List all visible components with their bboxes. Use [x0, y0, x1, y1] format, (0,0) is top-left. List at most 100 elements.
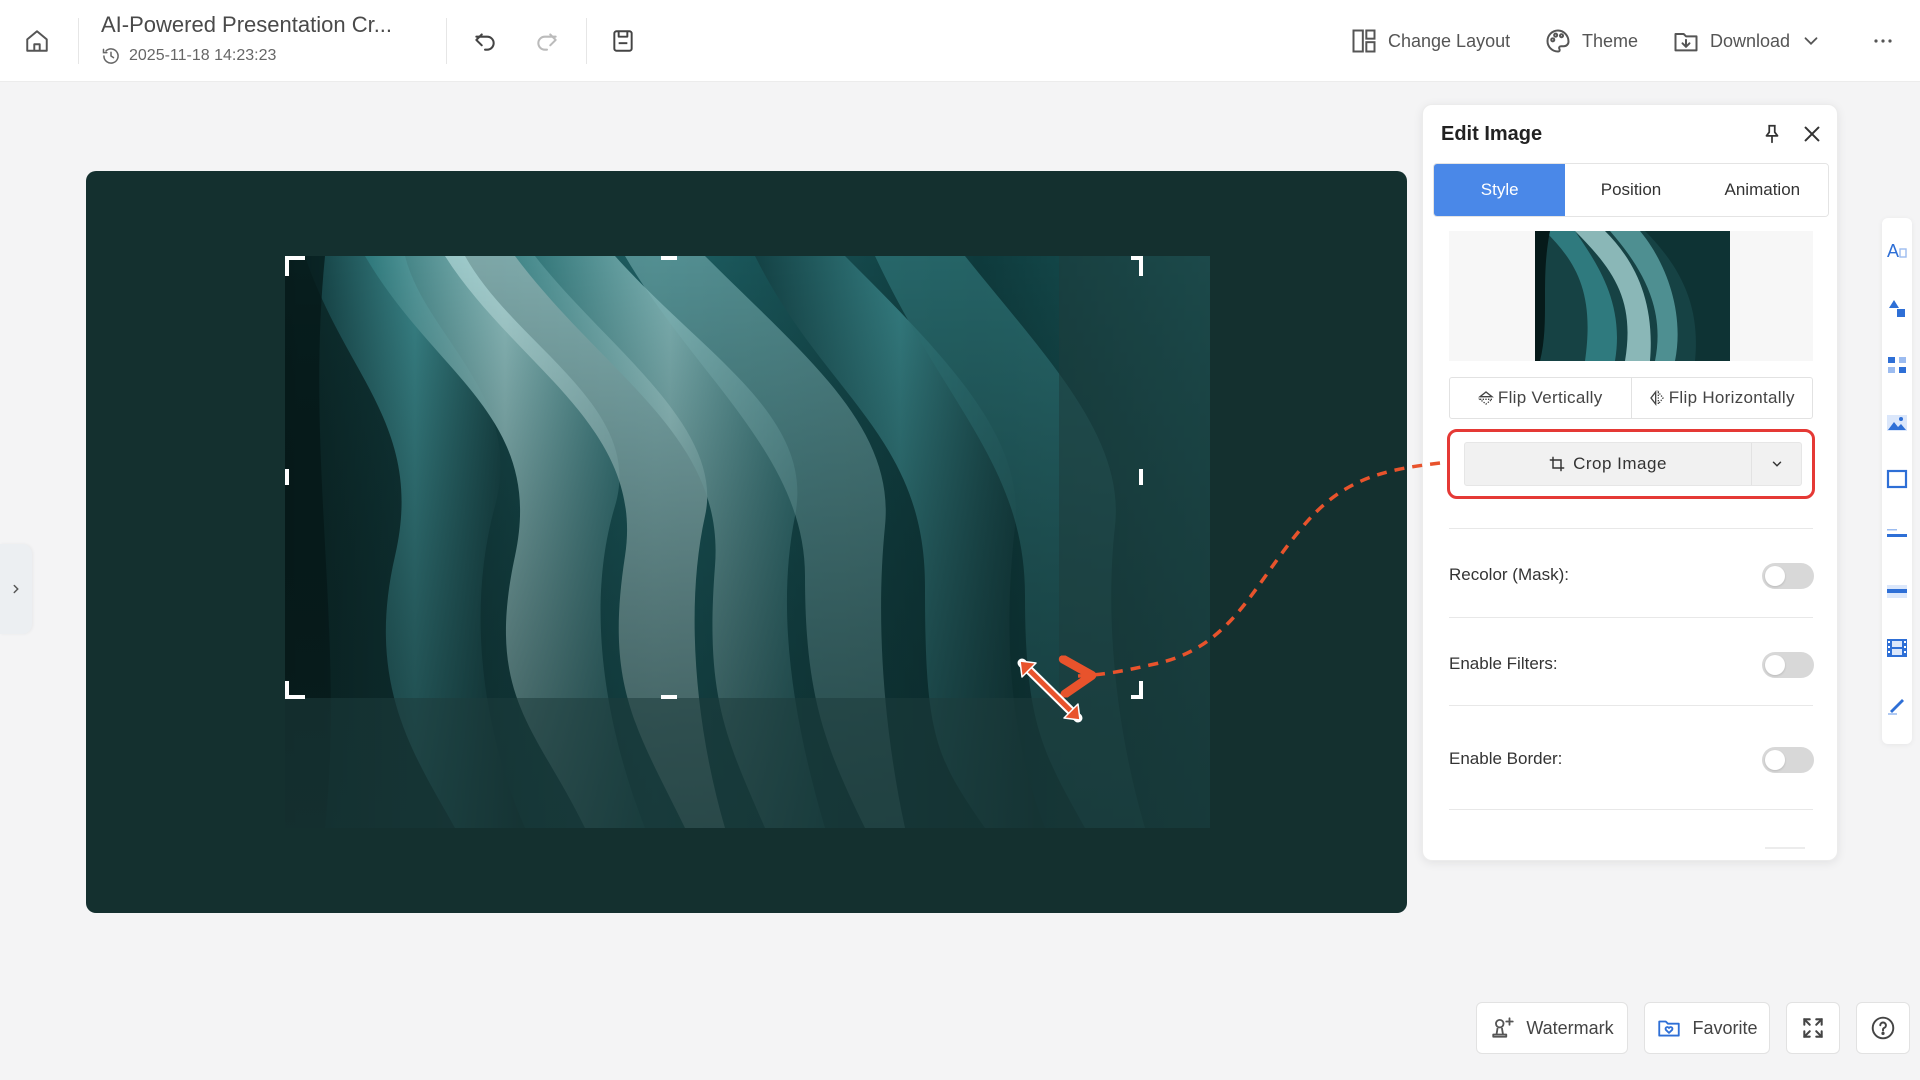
- video-icon: [1887, 639, 1907, 657]
- slide-canvas[interactable]: [86, 171, 1407, 913]
- shapes-icon: [1889, 300, 1905, 317]
- document-title[interactable]: AI-Powered Presentation Cr...: [101, 12, 392, 38]
- tab-style[interactable]: Style: [1434, 164, 1566, 216]
- more-icon: [1874, 39, 1892, 43]
- pin-panel-button[interactable]: [1757, 119, 1787, 149]
- recolor-toggle[interactable]: [1762, 563, 1814, 589]
- chevron-down-icon[interactable]: [1800, 30, 1822, 52]
- panel-tabs: Style Position Animation: [1433, 163, 1829, 217]
- change-layout-button[interactable]: Change Layout: [1350, 24, 1510, 58]
- draw-icon: [1888, 699, 1904, 715]
- filters-label: Enable Filters:: [1449, 654, 1558, 673]
- edit-image-panel: Edit Image Style Position Animation Flip…: [1422, 104, 1838, 861]
- textbox-icon: [1887, 585, 1907, 598]
- video-tool[interactable]: [1882, 633, 1912, 663]
- favorite-button[interactable]: Favorite: [1644, 1002, 1770, 1054]
- image-tool[interactable]: [1882, 408, 1912, 438]
- abstract-wave-thumbnail: [1535, 231, 1730, 361]
- scroll-indicator: [1765, 847, 1805, 849]
- more-options-button[interactable]: [1866, 24, 1900, 58]
- flip-horizontal-icon: [1649, 390, 1664, 406]
- theme-button[interactable]: Theme: [1544, 24, 1638, 58]
- flip-horizontally-label: Flip Horizontally: [1668, 388, 1795, 407]
- shapes-tool[interactable]: [1882, 293, 1912, 323]
- divider: [78, 18, 79, 64]
- download-button[interactable]: Download: [1672, 24, 1822, 58]
- help-icon: [1871, 1016, 1895, 1040]
- redo-icon: [537, 33, 557, 51]
- save-button[interactable]: [606, 24, 640, 58]
- panel-title: Edit Image: [1441, 123, 1543, 145]
- watermark-button[interactable]: Watermark: [1476, 1002, 1628, 1054]
- flip-horizontally-button[interactable]: Flip Horizontally: [1630, 378, 1813, 418]
- fullscreen-icon: [1803, 1018, 1823, 1038]
- insert-toolbar: A: [1882, 218, 1912, 744]
- flip-vertically-label: Flip Vertically: [1497, 388, 1603, 407]
- line-icon: [1887, 529, 1907, 537]
- preview-thumbnail: [1535, 231, 1730, 361]
- crop-icon: [1549, 456, 1565, 472]
- chevron-down-icon: [1772, 461, 1781, 467]
- crop-options-dropdown[interactable]: [1751, 443, 1801, 485]
- fullscreen-button[interactable]: [1786, 1002, 1840, 1054]
- tab-animation[interactable]: Animation: [1696, 164, 1828, 216]
- svg-text:A: A: [1887, 241, 1899, 261]
- palette-icon: [1546, 29, 1570, 53]
- divider: [1449, 528, 1813, 529]
- help-button[interactable]: [1856, 1002, 1910, 1054]
- download-icon: [1674, 33, 1698, 52]
- top-bar: AI-Powered Presentation Cr... 2025-11-18…: [0, 0, 1920, 82]
- download-label: Download: [1710, 30, 1791, 51]
- flip-vertically-button[interactable]: Flip Vertically: [1450, 378, 1631, 418]
- components-tool[interactable]: [1882, 350, 1912, 380]
- text-tool[interactable]: A: [1882, 236, 1912, 266]
- crop-image-button[interactable]: Crop Image: [1465, 443, 1751, 485]
- timestamp: 2025-11-18 14:23:23: [129, 47, 277, 64]
- save-icon: [613, 30, 633, 52]
- home-button[interactable]: [20, 24, 54, 58]
- border-label: Enable Border:: [1449, 749, 1563, 768]
- home-icon: [26, 30, 48, 52]
- watermark-label: Watermark: [1526, 1017, 1614, 1038]
- redo-button[interactable]: [530, 24, 564, 58]
- divider: [1449, 617, 1813, 618]
- undo-icon: [475, 33, 495, 51]
- change-layout-label: Change Layout: [1388, 30, 1511, 51]
- layout-icon: [1352, 29, 1376, 53]
- frame-icon: [1886, 469, 1908, 489]
- tab-position[interactable]: Position: [1565, 164, 1697, 216]
- undo-button[interactable]: [468, 24, 502, 58]
- crop-handles[interactable]: [86, 171, 1407, 913]
- close-icon: [1804, 126, 1820, 142]
- frame-tool[interactable]: [1882, 464, 1912, 494]
- image-preview: [1449, 231, 1813, 361]
- filters-toggle[interactable]: [1762, 652, 1814, 678]
- divider: [586, 18, 587, 64]
- favorite-folder-icon: [1658, 1020, 1681, 1037]
- favorite-label: Favorite: [1692, 1017, 1758, 1038]
- recolor-label: Recolor (Mask):: [1449, 565, 1569, 584]
- last-saved: 2025-11-18 14:23:23: [101, 46, 276, 66]
- watermark-icon: [1492, 1017, 1514, 1038]
- chevron-right-icon: [13, 584, 19, 594]
- crop-highlight: Crop Image: [1447, 429, 1815, 499]
- pin-icon: [1765, 124, 1779, 144]
- history-icon: [102, 48, 119, 64]
- flip-vertical-icon: [1477, 391, 1494, 405]
- border-toggle[interactable]: [1762, 747, 1814, 773]
- divider: [446, 18, 447, 64]
- draw-tool[interactable]: [1882, 690, 1912, 720]
- theme-label: Theme: [1582, 30, 1639, 51]
- divider: [1449, 705, 1813, 706]
- expand-sidebar-button[interactable]: [0, 544, 32, 634]
- line-tool[interactable]: [1882, 520, 1912, 550]
- components-icon: [1888, 357, 1906, 373]
- crop-image-label: Crop Image: [1573, 454, 1667, 473]
- divider: [1449, 809, 1813, 810]
- textbox-tool[interactable]: [1882, 576, 1912, 606]
- close-panel-button[interactable]: [1797, 119, 1827, 149]
- image-icon: [1887, 415, 1907, 431]
- crop-image-control: Crop Image: [1464, 442, 1802, 486]
- flip-controls: Flip Vertically Flip Horizontally: [1449, 377, 1813, 419]
- text-icon: A: [1887, 241, 1907, 261]
